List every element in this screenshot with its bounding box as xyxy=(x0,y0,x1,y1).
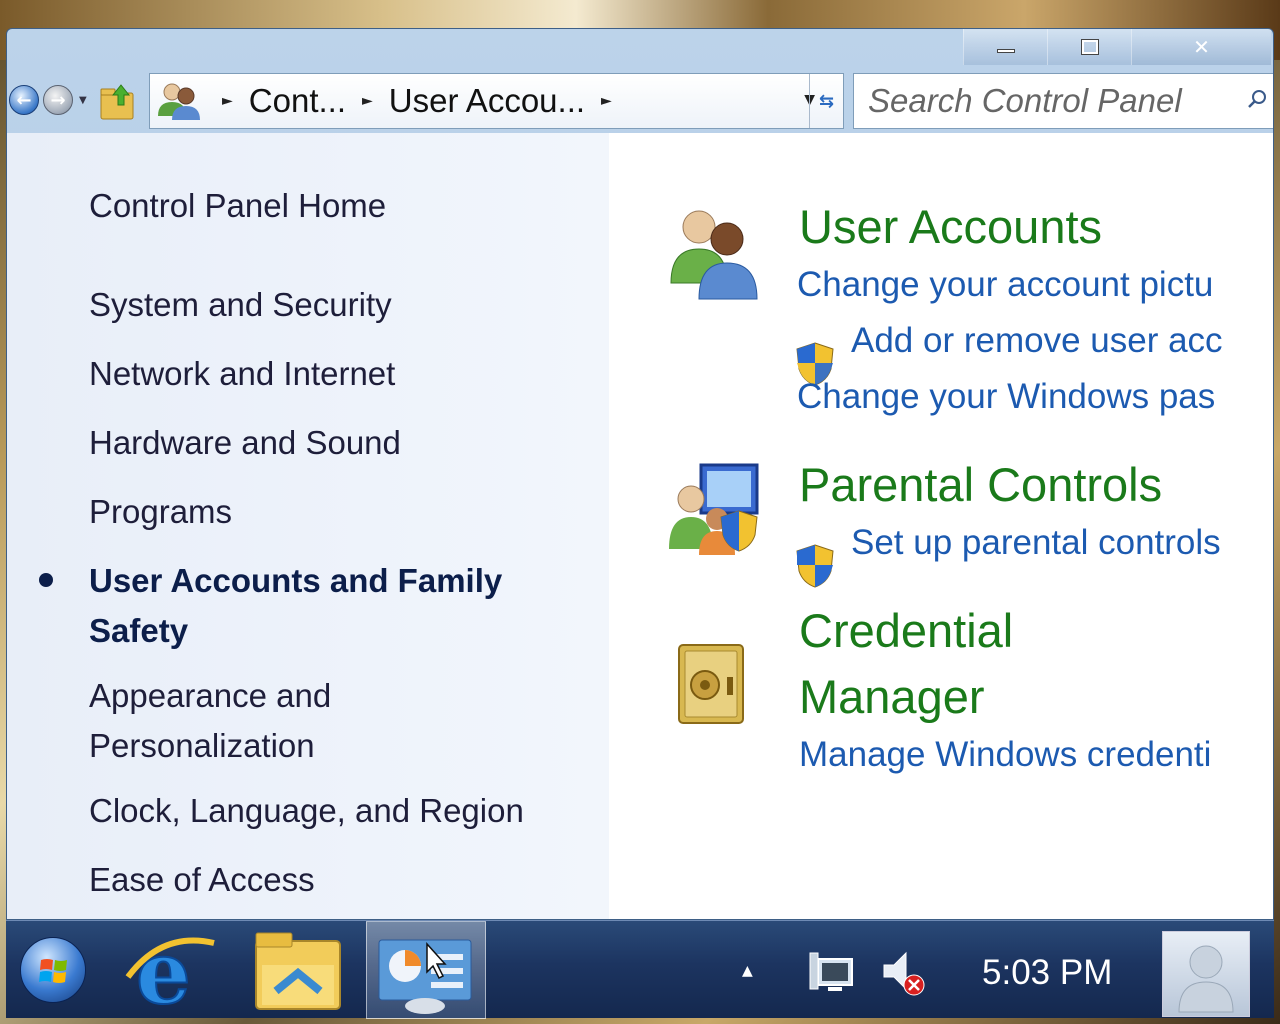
link-set-up-parental-controls[interactable]: Set up parental controls xyxy=(851,523,1221,563)
windows-logo-icon xyxy=(39,959,67,983)
forward-button[interactable]: → xyxy=(43,85,73,115)
taskbar: e ▲ 5:03 PM xyxy=(6,920,1274,1024)
search-input[interactable] xyxy=(868,82,1248,120)
breadcrumb-user-accounts[interactable]: User Accou... xyxy=(389,82,585,120)
nav-appearance-line1[interactable]: Appearance and xyxy=(89,671,331,721)
user-accounts-icon xyxy=(158,83,200,120)
left-navigation-pane: Control Panel Home System and Security N… xyxy=(7,133,609,919)
back-arrow-icon: ← xyxy=(16,89,32,111)
nav-programs[interactable]: Programs xyxy=(89,487,232,537)
taskbar-clock[interactable]: 5:03 PM xyxy=(982,953,1112,993)
refresh-icon: ⇆ xyxy=(818,90,835,112)
link-change-account-picture[interactable]: Change your account pictu xyxy=(797,265,1213,305)
nav-user-accounts-line1[interactable]: User Accounts and Family xyxy=(89,556,502,606)
category-title-user-accounts[interactable]: User Accounts xyxy=(799,199,1102,254)
parental-controls-icon[interactable] xyxy=(665,459,765,559)
nav-network-and-internet[interactable]: Network and Internet xyxy=(89,349,395,399)
forward-arrow-icon: → xyxy=(50,89,66,111)
caption-buttons: ✕ xyxy=(963,29,1271,65)
network-icon[interactable] xyxy=(806,951,856,997)
credential-manager-safe-icon[interactable] xyxy=(665,637,765,737)
user-accounts-icon[interactable] xyxy=(665,203,765,303)
taskbar-internet-explorer[interactable]: e xyxy=(122,921,232,1024)
category-title-credential-manager-line2[interactable]: Manager xyxy=(799,669,985,724)
breadcrumb-separator[interactable]: ► xyxy=(601,93,612,109)
breadcrumb-separator[interactable]: ► xyxy=(222,93,233,109)
nav-appearance-line2[interactable]: Personalization xyxy=(89,721,315,771)
category-title-credential-manager-line1[interactable]: Credential xyxy=(799,603,1013,658)
address-bar[interactable]: ► Cont... ► User Accou... ► ▼ ⇆ xyxy=(149,73,844,129)
recent-pages-dropdown[interactable]: ▼ xyxy=(79,95,87,106)
minimize-button[interactable] xyxy=(963,29,1047,65)
volume-muted-icon[interactable] xyxy=(880,949,930,997)
category-title-parental-controls[interactable]: Parental Controls xyxy=(799,457,1162,512)
link-change-windows-password[interactable]: Change your Windows pas xyxy=(797,377,1215,417)
show-hidden-icons-button[interactable]: ▲ xyxy=(742,963,753,979)
nav-system-and-security[interactable]: System and Security xyxy=(89,280,392,330)
folder-icon xyxy=(255,932,341,1010)
search-box[interactable] xyxy=(853,73,1273,129)
taskbar-control-panel[interactable] xyxy=(366,921,486,1019)
folder-up-icon[interactable] xyxy=(99,81,137,121)
back-button[interactable]: ← xyxy=(9,85,39,115)
svg-text:e: e xyxy=(136,923,191,1019)
breadcrumb-separator[interactable]: ► xyxy=(362,93,373,109)
nav-clock-language-region[interactable]: Clock, Language, and Region xyxy=(89,786,524,836)
nav-user-accounts-line2[interactable]: Safety xyxy=(89,606,188,656)
user-silhouette-icon xyxy=(1178,945,1234,1013)
show-desktop-button[interactable] xyxy=(1162,931,1250,1017)
link-add-remove-user-accounts[interactable]: Add or remove user acc xyxy=(851,321,1223,361)
nav-ease-of-access[interactable]: Ease of Access xyxy=(89,855,315,905)
internet-explorer-icon: e xyxy=(125,922,215,1024)
restore-icon xyxy=(1080,39,1099,55)
taskbar-windows-explorer[interactable] xyxy=(246,921,356,1019)
breadcrumb-control-panel[interactable]: Cont... xyxy=(249,82,346,120)
close-button[interactable]: ✕ xyxy=(1131,29,1271,65)
maximize-button[interactable] xyxy=(1047,29,1131,65)
link-manage-windows-credentials[interactable]: Manage Windows credenti xyxy=(799,735,1211,775)
active-item-bullet xyxy=(39,573,53,587)
search-icon[interactable] xyxy=(1246,88,1268,110)
refresh-button[interactable]: ⇆ xyxy=(809,74,843,128)
nav-control-panel-home[interactable]: Control Panel Home xyxy=(89,181,386,231)
category-pane: User Accounts Change your account pictu … xyxy=(609,133,1273,919)
uac-shield-icon xyxy=(796,544,834,588)
close-icon: ✕ xyxy=(1193,35,1210,59)
content-area: Control Panel Home System and Security N… xyxy=(7,133,1273,919)
control-panel-window: ✕ ← → ▼ ► Cont... ► User Accou... ► ▼ ⇆ … xyxy=(6,28,1274,920)
control-panel-icon xyxy=(378,939,472,1014)
navigation-toolbar: ← → ▼ ► Cont... ► User Accou... ► ▼ ⇆ Se… xyxy=(7,71,1273,131)
start-button[interactable] xyxy=(20,937,86,1003)
nav-hardware-and-sound[interactable]: Hardware and Sound xyxy=(89,418,401,468)
minimize-icon xyxy=(996,49,1015,53)
